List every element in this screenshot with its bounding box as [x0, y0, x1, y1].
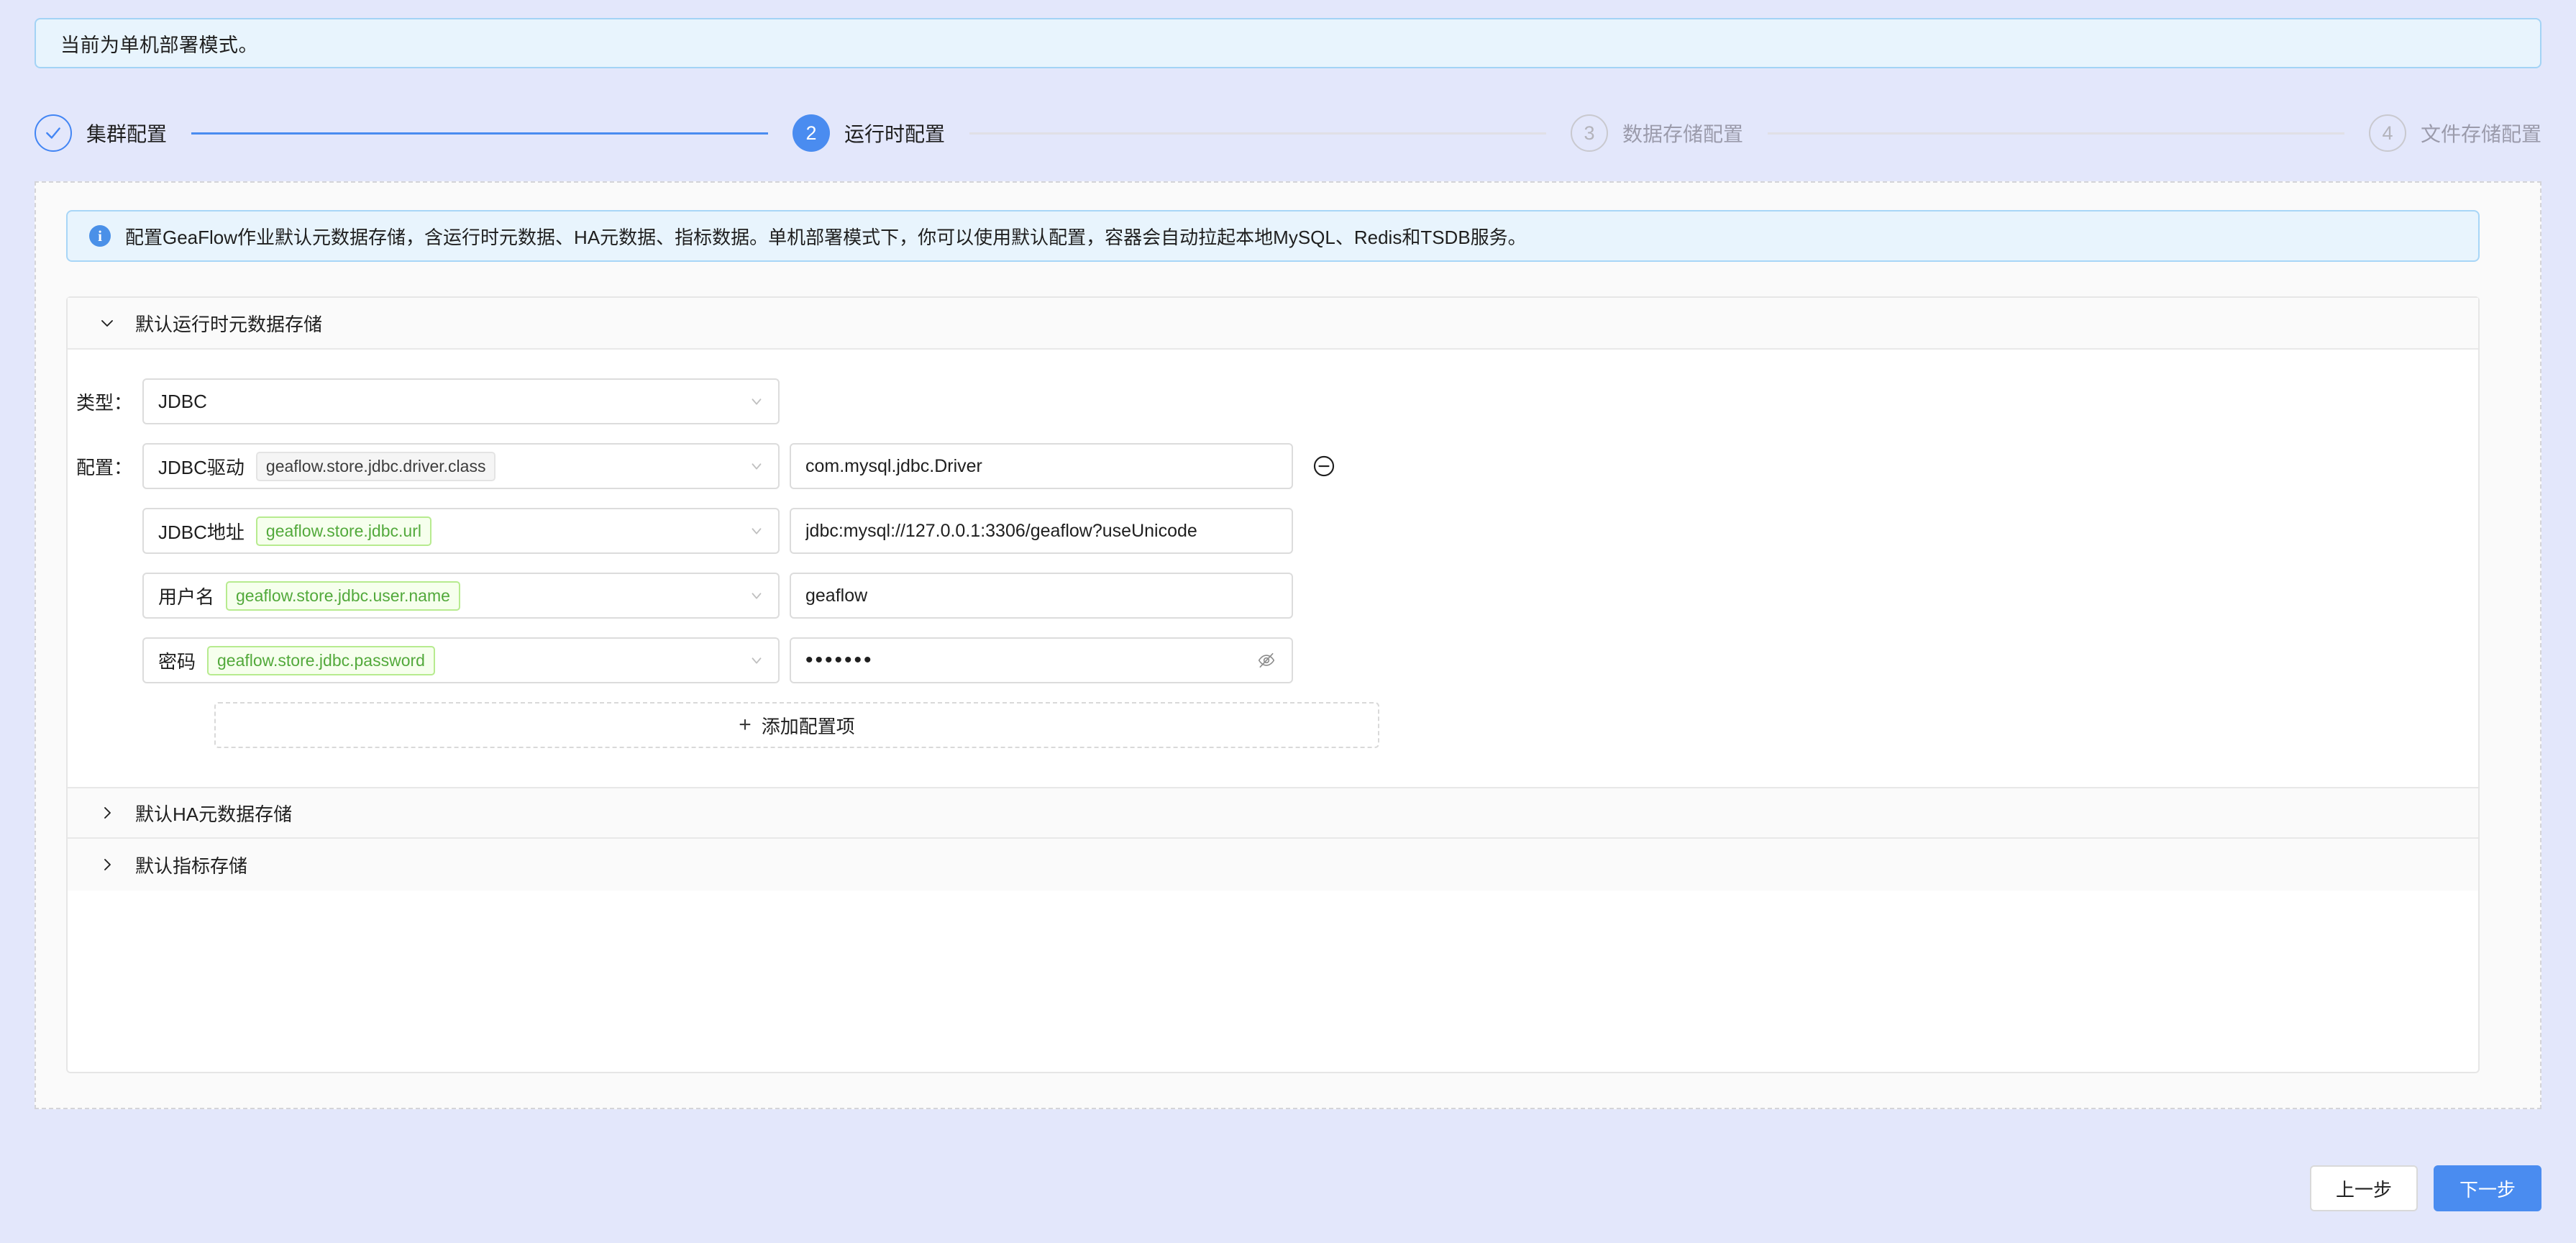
- plus-icon: +: [739, 713, 752, 737]
- minus-circle-icon: [1313, 455, 1335, 477]
- config-key-select-2[interactable]: 用户名 geaflow.store.jdbc.user.name: [142, 573, 780, 619]
- step-3-label: 数据存储配置: [1622, 123, 1744, 145]
- form-row-config-3: 配置： 密码 geaflow.store.jdbc.password •••••…: [68, 637, 2478, 683]
- config-key-tag-3: geaflow.store.jdbc.password: [207, 645, 435, 675]
- chevron-down-icon: [748, 522, 765, 539]
- chevron-down-icon: [748, 652, 765, 669]
- step-connector-2: [969, 132, 1546, 135]
- chevron-down-icon: [748, 587, 765, 604]
- config-key-tag-1: geaflow.store.jdbc.url: [255, 516, 431, 546]
- form-row-config-1: 配置： JDBC地址 geaflow.store.jdbc.url jdbc:m…: [68, 508, 2478, 554]
- config-key-tag-2: geaflow.store.jdbc.user.name: [226, 580, 460, 611]
- step-4-circle: 4: [2369, 114, 2406, 152]
- panel-header-runtime-metadata-store[interactable]: 默认运行时元数据存储: [68, 298, 2478, 350]
- config-value-text-2: geaflow: [805, 585, 868, 606]
- next-step-button[interactable]: 下一步: [2433, 1165, 2541, 1211]
- info-circle-icon: i: [89, 225, 111, 247]
- panel-title-metrics-store: 默认指标存储: [135, 855, 248, 877]
- panel-body-runtime-metadata-store: 类型： JDBC 配置： JDBC驱动 geaflow.store.jdbc.d…: [68, 350, 2478, 748]
- config-value-input-2[interactable]: geaflow: [790, 573, 1293, 619]
- config-key-name-3: 密码: [158, 650, 196, 673]
- add-config-label: 添加配置项: [761, 715, 855, 737]
- chevron-right-icon: [98, 803, 117, 822]
- runtime-config-info-alert: i 配置GeaFlow作业默认元数据存储，含运行时元数据、HA元数据、指标数据。…: [66, 210, 2480, 262]
- panel-title-runtime-metadata-store: 默认运行时元数据存储: [135, 313, 323, 335]
- type-select[interactable]: JDBC: [142, 378, 780, 424]
- step-cluster-config[interactable]: 集群配置: [35, 114, 167, 152]
- form-row-config-0: 配置： JDBC驱动 geaflow.store.jdbc.driver.cla…: [68, 443, 2478, 489]
- step-3-circle: 3: [1571, 114, 1608, 152]
- type-select-value: JDBC: [158, 390, 207, 412]
- chevron-down-icon: [748, 393, 765, 410]
- panel-title-ha-metadata-store: 默认HA元数据存储: [135, 803, 293, 825]
- config-key-name-2: 用户名: [158, 586, 215, 608]
- deployment-mode-notice-text: 当前为单机部署模式。: [60, 34, 258, 56]
- remove-config-button-0[interactable]: [1312, 454, 1336, 478]
- check-icon: [46, 127, 60, 139]
- panel-header-ha-metadata-store[interactable]: 默认HA元数据存储: [68, 787, 2478, 839]
- chevron-down-icon: [748, 457, 765, 475]
- step-connector-1: [191, 132, 768, 135]
- chevron-down-icon: [98, 314, 117, 332]
- add-config-row: + 添加配置项: [68, 702, 2478, 748]
- config-key-select-3[interactable]: 密码 geaflow.store.jdbc.password: [142, 637, 780, 683]
- config-value-text-1: jdbc:mysql://127.0.0.1:3306/geaflow?useU…: [805, 520, 1197, 541]
- config-key-select-1[interactable]: JDBC地址 geaflow.store.jdbc.url: [142, 508, 780, 554]
- storage-panels-card: 默认运行时元数据存储 类型： JDBC 配置： JDBC驱动 geaflow.s…: [66, 296, 2480, 1073]
- panel-header-metrics-store[interactable]: 默认指标存储: [68, 839, 2478, 891]
- runtime-config-info-text: 配置GeaFlow作业默认元数据存储，含运行时元数据、HA元数据、指标数据。单机…: [125, 226, 1527, 248]
- config-key-name-0: JDBC驱动: [158, 456, 245, 478]
- form-label-spacer-1: 配置：: [68, 518, 142, 545]
- form-label-spacer-3: 配置：: [68, 647, 142, 674]
- step-file-storage-config[interactable]: 4 文件存储配置: [2369, 114, 2541, 152]
- config-key-name-1: JDBC地址: [158, 521, 245, 543]
- runtime-config-container: i 配置GeaFlow作业默认元数据存储，含运行时元数据、HA元数据、指标数据。…: [35, 181, 2541, 1109]
- config-value-input-3[interactable]: •••••••: [790, 637, 1293, 683]
- step-2-circle: 2: [793, 114, 830, 152]
- previous-step-button[interactable]: 上一步: [2309, 1165, 2418, 1211]
- add-config-button[interactable]: + 添加配置项: [214, 702, 1379, 748]
- wizard-footer: 上一步 下一步: [2309, 1165, 2541, 1211]
- wizard-steps: 集群配置 2 运行时配置 3 数据存储配置 4 文件存储配置: [0, 101, 2576, 165]
- form-label-spacer-2: 配置：: [68, 583, 142, 609]
- step-connector-3: [1768, 132, 2344, 135]
- config-key-select-0[interactable]: JDBC驱动 geaflow.store.jdbc.driver.class: [142, 443, 780, 489]
- eye-invisible-icon[interactable]: [1257, 651, 1276, 670]
- form-row-type: 类型： JDBC: [68, 378, 2478, 424]
- config-value-text-0: com.mysql.jdbc.Driver: [805, 455, 982, 476]
- step-4-label: 文件存储配置: [2421, 123, 2542, 145]
- step-1-circle: [35, 114, 72, 152]
- step-2-label: 运行时配置: [844, 123, 946, 145]
- step-runtime-config[interactable]: 2 运行时配置: [793, 114, 945, 152]
- chevron-right-icon: [98, 855, 117, 874]
- config-key-tag-0: geaflow.store.jdbc.driver.class: [255, 451, 496, 481]
- step-data-storage-config[interactable]: 3 数据存储配置: [1571, 114, 1743, 152]
- config-value-input-1[interactable]: jdbc:mysql://127.0.0.1:3306/geaflow?useU…: [790, 508, 1293, 554]
- config-value-input-0[interactable]: com.mysql.jdbc.Driver: [790, 443, 1293, 489]
- form-label-type: 类型：: [76, 391, 132, 414]
- form-label-config: 配置：: [76, 456, 132, 478]
- deployment-mode-notice: 当前为单机部署模式。: [35, 18, 2541, 68]
- form-row-config-2: 配置： 用户名 geaflow.store.jdbc.user.name gea…: [68, 573, 2478, 619]
- step-1-label: 集群配置: [86, 123, 168, 145]
- config-value-text-3: •••••••: [805, 648, 874, 672]
